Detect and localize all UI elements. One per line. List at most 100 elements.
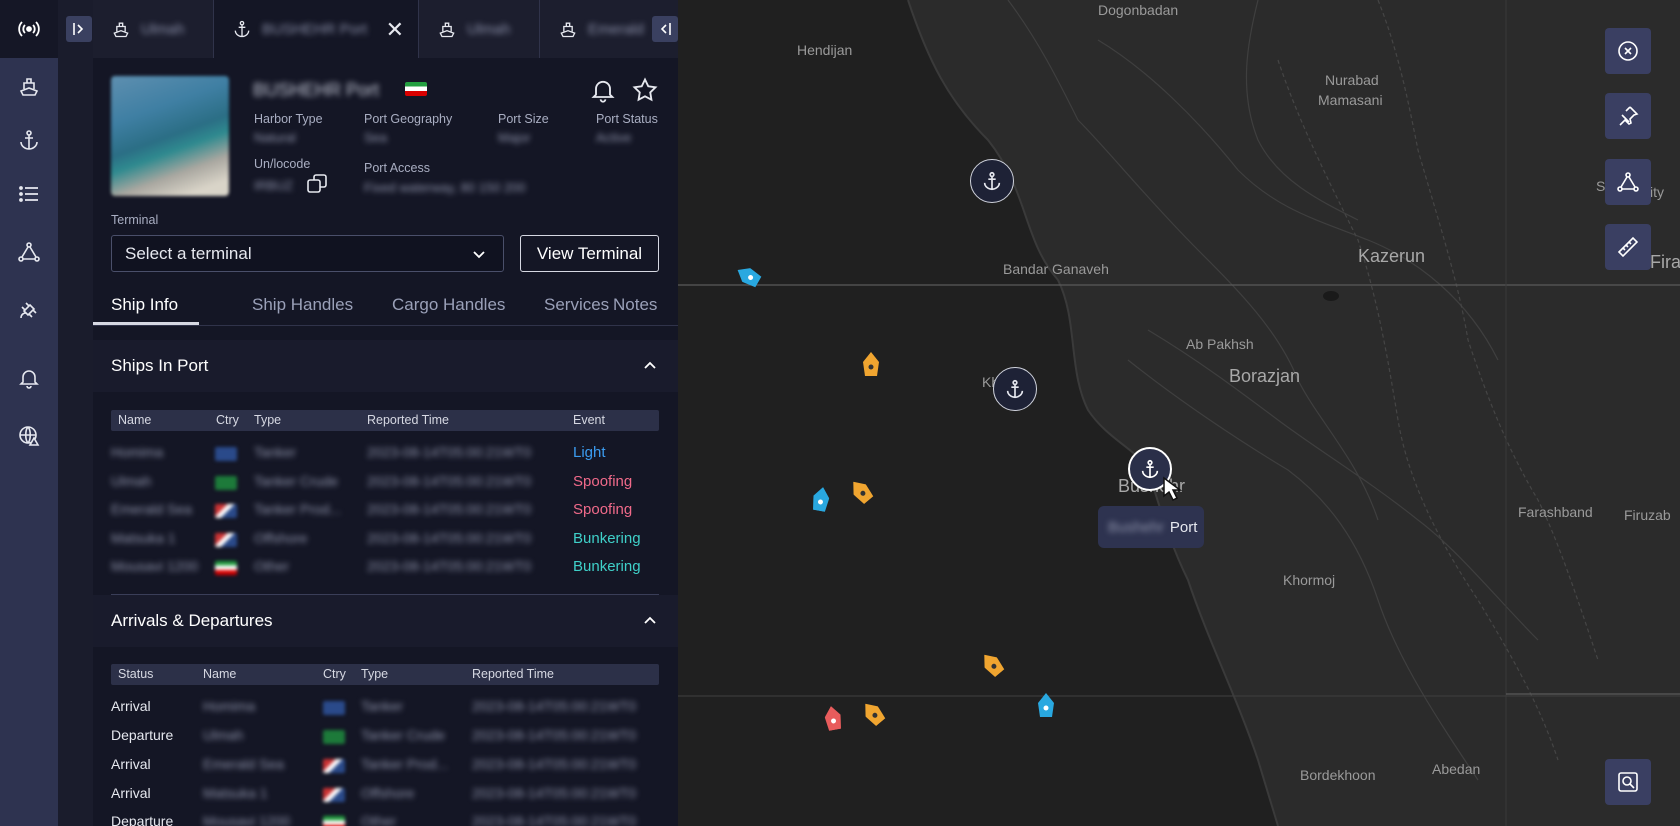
event-label: Spoofing [573,501,633,518]
terminal-select[interactable]: Select a terminal [111,235,504,272]
view-terminal-button[interactable]: View Terminal [520,235,659,272]
tab-ship-1[interactable]: Ulmah [93,0,214,58]
flag-icon [215,504,237,518]
tab-label: Ulmah [467,20,511,38]
table-row[interactable]: Matsuka 1 Offshore 2023-08-14T05:00:21WT… [111,525,659,553]
ruler-icon [1617,236,1639,258]
table-row[interactable]: Departure Mousavi 1200 Other 2023-08-14T… [111,808,659,826]
close-map-button[interactable] [1605,28,1651,74]
column-header: Type [254,413,282,427]
copy-icon[interactable] [305,172,329,196]
reported-time: 2023-08-14T05:00:21WT0 [367,530,532,546]
status-value: Departure [111,813,174,826]
chevron-up-icon[interactable] [642,358,658,374]
rail-satellite[interactable] [0,288,58,332]
port-tooltip: Bushehr Port [1098,506,1204,548]
expand-panel-button[interactable] [66,16,92,42]
flag-icon [215,447,237,461]
ship-marker-orange[interactable] [863,352,879,376]
column-header: Reported Time [367,413,449,427]
map-place-label: Fira [1650,252,1680,272]
map-place-label: Ab Pakhsh [1186,336,1254,352]
cursor-pointer-icon [1163,476,1183,502]
ship-type: Offshore [361,785,415,801]
tab-services[interactable]: Services [544,284,609,326]
tooltip-port-name: Bushehr [1108,518,1164,536]
reported-time: 2023-08-14T05:00:21WT0 [472,785,637,801]
table-row[interactable]: Ulmah Tanker Crude 2023-08-14T05:00:21WT… [111,468,659,496]
broadcast-logo[interactable] [0,0,58,58]
table-row[interactable]: Mousavi 1200 Other 2023-08-14T05:00:21WT… [111,553,659,581]
rail-globe[interactable] [0,414,58,458]
tab-notes[interactable]: Notes [613,284,657,326]
zoom-search-button[interactable] [1605,759,1651,805]
rail-list[interactable] [0,172,58,216]
port-marker[interactable] [993,367,1037,411]
unlocode-value: IRBUZ [254,178,293,193]
flag-icon [215,476,237,490]
column-header: Name [203,667,237,681]
port-marker[interactable] [970,159,1014,203]
ships-in-port-header[interactable]: Ships In Port [93,340,678,392]
table-row[interactable]: Arrival Matsuka 1 Offshore 2023-08-14T05… [111,780,659,808]
tab-port-active[interactable]: BUSHEHR Port ✕ [214,0,419,58]
port-size-value: Major [498,130,531,145]
arrivals-table-header: Status Name Ctry Type Reported Time [111,664,659,685]
table-row[interactable]: Homima Tanker 2023-08-14T05:00:21WT0 Lig… [111,439,659,467]
close-tab-icon[interactable]: ✕ [386,17,404,43]
flag-icon [323,788,345,802]
terminal-label: Terminal [111,213,159,227]
reported-time: 2023-08-14T05:00:21WT0 [367,501,532,517]
ship-name: Matsuka 1 [111,530,176,546]
star-icon[interactable] [631,76,659,104]
ship-name: Emerald Sea [203,756,284,772]
bell-icon[interactable] [589,76,617,104]
table-row[interactable]: Arrival Emerald Sea Tanker Prod... 2023-… [111,751,659,779]
table-row[interactable]: Emerald Sea Tanker Prod... 2023-08-14T05… [111,496,659,524]
port-status-value: Active [596,130,632,145]
chevron-up-icon[interactable] [642,613,658,629]
reported-time: 2023-08-14T05:00:21WT0 [367,558,532,574]
status-value: Arrival [111,698,151,714]
column-header: Reported Time [472,667,554,681]
tab-cargo-handles[interactable]: Cargo Handles [392,284,505,326]
tab-label: Emerald [588,20,644,38]
pin-button[interactable] [1605,93,1651,139]
column-header: Event [573,413,605,427]
rail-alerts[interactable] [0,356,58,400]
rail-ships[interactable] [0,64,58,108]
search-frame-icon [1618,772,1638,792]
tab-ship-2[interactable]: Ulmah [419,0,540,58]
map-view[interactable]: Dogonbadan Hendijan Nurabad Mamasani Ban… [678,0,1680,826]
section-title: Arrivals & Departures [111,611,273,630]
status-value: Departure [111,727,174,743]
collapse-left-icon [660,23,671,35]
port-size-label: Port Size [498,112,549,126]
ships-table-header: Name Ctry Type Reported Time Event [111,410,659,431]
ship-name: Emerald Sea [111,501,192,517]
map-place-label: Bandar Ganaveh [1003,261,1109,277]
ship-name: Mousavi 1200 [203,813,291,826]
tab-ship-handles[interactable]: Ship Handles [252,284,353,326]
ship-type: Tanker Crude [361,727,446,743]
measure-button[interactable] [1605,224,1651,270]
network-button[interactable] [1605,159,1651,205]
port-geography-label: Port Geography [364,112,453,126]
table-row[interactable]: Arrival Homima Tanker 2023-08-14T05:00:2… [111,693,659,721]
ship-type: Tanker [254,444,297,460]
reported-time: 2023-08-14T05:00:21WT0 [472,698,637,714]
column-header: Ctry [323,667,346,681]
rail-network[interactable] [0,230,58,274]
table-row[interactable]: Departure Ulmah Tanker Crude 2023-08-14T… [111,722,659,750]
section-title: Ships In Port [111,356,209,375]
tab-ship-3[interactable]: Emerald [540,0,665,58]
port-access-label: Port Access [364,161,430,175]
tab-ship-info[interactable]: Ship Info [111,284,178,326]
unlocode-label: Un/locode [254,157,311,171]
arrivals-departures-header[interactable]: Arrivals & Departures [93,595,678,647]
ship-marker-blue[interactable] [1038,693,1054,717]
collapse-panel-button[interactable] [652,16,678,42]
flag-icon [323,730,345,744]
rail-ports[interactable] [0,118,58,162]
map-basemap [678,0,1680,826]
